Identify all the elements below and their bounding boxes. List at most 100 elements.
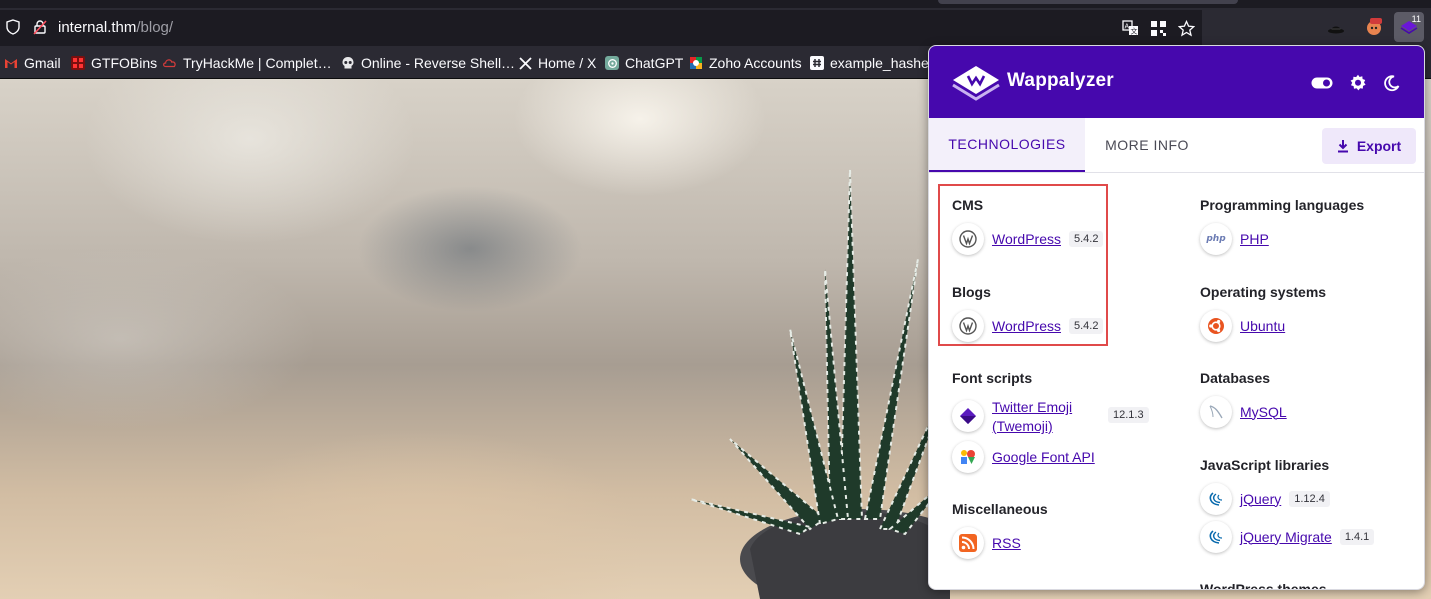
tech-version: 12.1.3: [1108, 407, 1149, 423]
export-button[interactable]: Export: [1322, 128, 1416, 164]
bookmark-label: example_hashes: [830, 55, 936, 71]
jquery-icon: [1200, 483, 1232, 515]
tech-version: 5.4.2: [1068, 318, 1104, 334]
tab-hint[interactable]: [938, 0, 1238, 4]
bookmark-label: Home / X: [538, 55, 597, 71]
category-javascript-libraries: JavaScript libraries: [1200, 457, 1330, 473]
browser-toolbar: internal.thm/blog/ A文 11: [0, 0, 1431, 46]
qr-code-icon[interactable]: [1149, 19, 1167, 37]
x-icon: [518, 56, 532, 70]
bookmark-example-hashes[interactable]: example_hashes: [810, 54, 936, 72]
url-field[interactable]: [0, 10, 1202, 46]
tech-jquery-migrate[interactable]: jQuery Migrate 1.4.1: [1200, 521, 1375, 553]
tech-version: 1.12.4: [1289, 491, 1330, 507]
tech-name[interactable]: Google Font API: [992, 448, 1095, 467]
translate-icon[interactable]: A文: [1120, 19, 1140, 37]
insecure-lock-icon[interactable]: [30, 18, 50, 36]
tech-name[interactable]: Twitter Emoji (Twemoji): [992, 398, 1104, 436]
bookmark-label: Zoho Accounts: [709, 55, 802, 71]
category-cms: CMS: [952, 197, 984, 213]
download-icon: [1337, 140, 1348, 153]
tech-google-font-api[interactable]: Google Font API: [952, 441, 1095, 473]
mysql-icon: [1200, 396, 1232, 428]
shield-icon[interactable]: [4, 18, 22, 36]
skull-icon: [341, 56, 355, 70]
tech-php[interactable]: php PHP: [1200, 223, 1269, 255]
tech-name[interactable]: WordPress: [992, 230, 1061, 249]
tech-name[interactable]: RSS: [992, 534, 1021, 553]
tech-mysql[interactable]: MySQL: [1200, 396, 1287, 428]
tech-jquery[interactable]: jQuery 1.12.4: [1200, 483, 1330, 515]
tech-name[interactable]: Ubuntu: [1240, 317, 1285, 336]
tech-version: 1.4.1: [1339, 529, 1375, 545]
google-font-icon: [952, 441, 984, 473]
tab-technologies[interactable]: TECHNOLOGIES: [929, 118, 1085, 172]
wappalyzer-extension-icon[interactable]: 11: [1394, 12, 1424, 42]
category-wordpress-themes: WordPress themes: [1200, 581, 1327, 590]
bookmark-label: ChatGPT: [625, 55, 684, 71]
tech-name[interactable]: jQuery Migrate: [1240, 528, 1332, 547]
bookmark-label: GTFOBins: [91, 55, 158, 71]
gtfobins-icon: [71, 56, 85, 70]
category-programming-languages: Programming languages: [1200, 197, 1365, 213]
jquery-icon: [1200, 521, 1232, 553]
bookmark-star-icon[interactable]: [1176, 18, 1196, 38]
svg-text:文: 文: [1130, 27, 1137, 36]
tech-twemoji[interactable]: Twitter Emoji (Twemoji) 12.1.3: [952, 398, 1149, 436]
category-databases: Databases: [1200, 370, 1271, 386]
toggle-icon[interactable]: [1311, 72, 1333, 94]
category-operating-systems: Operating systems: [1200, 284, 1327, 300]
bookmark-gtfobins[interactable]: GTFOBins: [71, 54, 157, 72]
wordpress-icon: [952, 223, 984, 255]
rss-icon: [952, 527, 984, 559]
category-blogs: Blogs: [952, 284, 991, 300]
url-host: internal.thm: [58, 19, 137, 36]
wordpress-icon: [952, 310, 984, 342]
tryhackme-icon: [163, 56, 177, 70]
tech-name[interactable]: WordPress: [992, 317, 1061, 336]
tech-wordpress-cms[interactable]: WordPress 5.4.2: [952, 223, 1104, 255]
tech-name[interactable]: jQuery: [1240, 490, 1281, 509]
extension-badge: 11: [1411, 14, 1421, 24]
hashcat-icon: [810, 56, 824, 70]
settings-gear-icon[interactable]: [1347, 72, 1369, 94]
bookmark-x[interactable]: Home / X: [518, 54, 596, 72]
ubuntu-icon: [1200, 310, 1232, 342]
tech-version: 5.4.2: [1068, 231, 1104, 247]
wappalyzer-title: Wappalyzer: [1007, 70, 1114, 91]
tech-wordpress-blogs[interactable]: WordPress 5.4.2: [952, 310, 1104, 342]
bookmark-tryhackme[interactable]: TryHackMe | Complet…: [163, 54, 332, 72]
bookmark-reverse-shell[interactable]: Online - Reverse Shell…: [341, 54, 515, 72]
popup-header: Wappalyzer: [929, 46, 1424, 118]
tab-more-info[interactable]: MORE INFO: [1085, 118, 1209, 172]
popup-tabs: TECHNOLOGIES MORE INFO Export: [929, 118, 1424, 173]
tech-name[interactable]: PHP: [1240, 230, 1269, 249]
twemoji-icon: [952, 400, 984, 432]
zoho-icon: [689, 56, 703, 70]
gmail-icon: [4, 56, 18, 70]
dark-mode-moon-icon[interactable]: [1380, 72, 1402, 94]
hat-extension-icon[interactable]: [1325, 18, 1347, 38]
svg-text:A: A: [1124, 24, 1129, 31]
tech-name[interactable]: MySQL: [1240, 403, 1287, 422]
bookmark-gmail[interactable]: Gmail: [4, 54, 61, 72]
wappalyzer-popup: Wappalyzer TECHNOLOGIES MORE INFO Export…: [928, 45, 1425, 590]
bookmark-label: Gmail: [24, 55, 61, 71]
category-miscellaneous: Miscellaneous: [952, 501, 1048, 517]
php-icon: php: [1200, 223, 1232, 255]
url-text[interactable]: internal.thm/blog/: [58, 19, 173, 36]
bookmark-label: Online - Reverse Shell…: [361, 55, 516, 71]
tab-strip: [0, 0, 1431, 8]
url-path: /blog/: [136, 19, 174, 36]
bookmark-zoho[interactable]: Zoho Accounts: [689, 54, 802, 72]
plant-illustration: [690, 168, 950, 599]
bookmark-label: TryHackMe | Complet…: [183, 55, 332, 71]
tech-rss[interactable]: RSS: [952, 527, 1021, 559]
fox-extension-icon[interactable]: [1362, 14, 1386, 38]
wappalyzer-logo-icon: [952, 66, 1000, 101]
tech-ubuntu[interactable]: Ubuntu: [1200, 310, 1285, 342]
bookmark-chatgpt[interactable]: ChatGPT: [605, 54, 683, 72]
category-font-scripts: Font scripts: [952, 370, 1033, 386]
export-label: Export: [1356, 138, 1402, 154]
chatgpt-icon: [605, 56, 619, 70]
